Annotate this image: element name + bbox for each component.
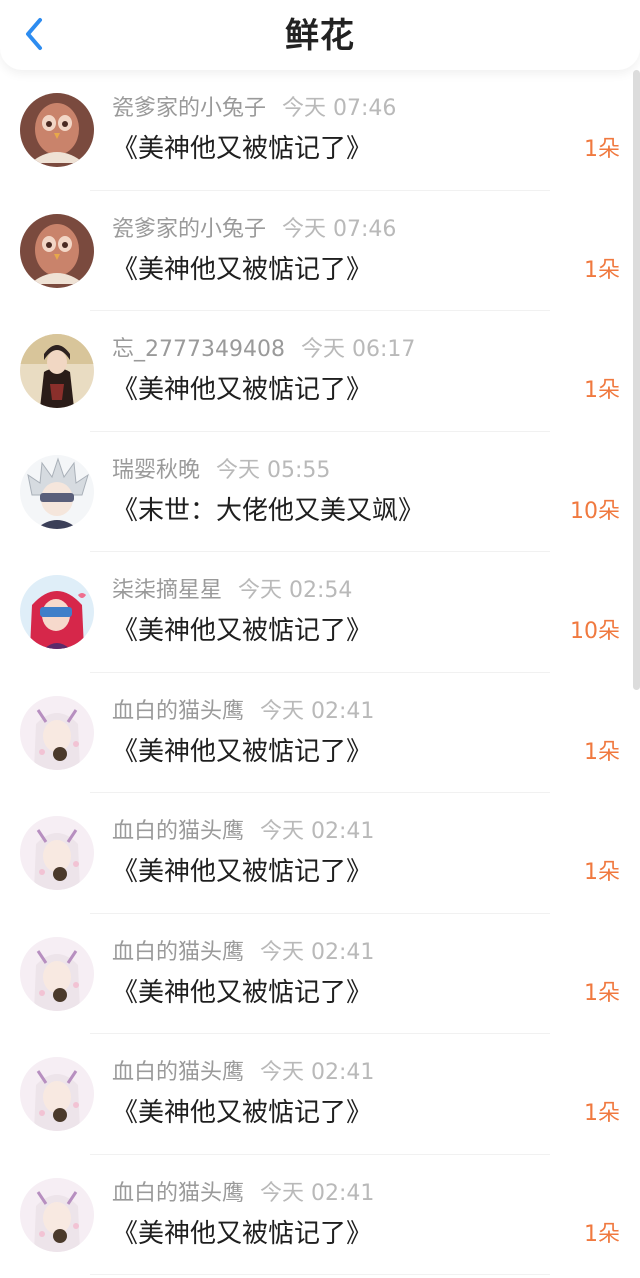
top-bar: 鲜花 [0,0,640,70]
flower-count: 1朵 [584,137,620,162]
timestamp: 今天 02:41 [260,1180,375,1206]
page-title: 鲜花 [285,16,355,56]
flower-count: 10朵 [570,498,620,524]
flower-list: 瓷爹家的小兔子 今天 07:46 《美神他又被惦记了》 1朵 瓷爹家的小兔子 今天 … [0,70,640,1278]
list-item[interactable]: 瓷爹家的小兔子 今天 07:46 《美神他又被惦记了》 1朵 [0,70,640,191]
book-link[interactable]: 《美神他又被惦记了》 [112,978,372,1008]
avatar-owl-brown-image [20,93,94,167]
avatar-pastel-image [20,1177,94,1252]
book-title: 《美神他又被惦记了》 [112,253,372,287]
user-name[interactable]: 血白的猫头鹰 [112,699,244,724]
timestamp: 今天 07:46 [282,216,397,242]
user-name[interactable]: 血白的猫头鹰 [112,819,244,844]
flower-count: 1朵 [584,378,620,403]
scrollbar[interactable] [633,70,640,690]
list-item[interactable]: 血白的猫头鹰 今天 02:41 《美神他又被惦记了》 1朵 [0,914,640,1034]
user-name[interactable]: 血白的猫头鹰 [112,1181,244,1206]
book-link[interactable]: 《美神他又被惦记了》 [112,255,372,285]
user-name[interactable]: 瓷爹家的小兔子 [112,96,266,121]
book-title: 《美神他又被惦记了》 [112,735,372,769]
flower-count: 1朵 [584,1101,620,1126]
row-meta: 血白的猫头鹰 今天 02:41 [112,1179,374,1209]
book-title: 《美神他又被惦记了》 [112,976,372,1010]
flower-count: 1朵 [584,257,620,283]
book-title: 《美神他又被惦记了》 [112,1217,372,1251]
avatar[interactable] [20,1177,94,1252]
timestamp: 今天 07:46 [282,96,397,121]
timestamp: 今天 02:41 [260,939,375,965]
avatar-pastel-image [20,695,94,770]
avatar[interactable] [20,575,94,649]
list-item[interactable]: 忘_2777349408 今天 06:17 《美神他又被惦记了》 1朵 [0,311,640,432]
avatar[interactable] [20,213,94,288]
timestamp: 今天 02:41 [260,698,375,724]
timestamp: 今天 02:41 [260,819,375,844]
row-meta: 柒柒摘星星 今天 02:54 [112,576,352,606]
book-link[interactable]: 《美神他又被惦记了》 [112,134,372,164]
book-link[interactable]: 《美神他又被惦记了》 [112,1219,372,1249]
avatar-white-hair-image [20,454,94,529]
book-link[interactable]: 《美神他又被惦记了》 [112,737,372,767]
row-meta: 瑞婴秋晚 今天 05:55 [112,456,330,486]
avatar-red-hair-image [20,575,94,649]
avatar[interactable] [20,816,94,890]
divider [90,1274,550,1275]
book-title: 《末世：大佬他又美又飒》 [112,494,424,528]
user-name[interactable]: 瓷爹家的小兔子 [112,217,266,242]
user-name[interactable]: 血白的猫头鹰 [112,940,244,965]
avatar[interactable] [20,695,94,770]
book-link[interactable]: 《美神他又被惦记了》 [112,1098,372,1128]
flower-count: 10朵 [570,619,620,644]
timestamp: 今天 02:41 [260,1060,375,1085]
avatar[interactable] [20,454,94,529]
flower-count: 1朵 [584,739,620,765]
book-title: 《美神他又被惦记了》 [112,373,372,407]
flower-count: 1朵 [584,860,620,885]
user-name[interactable]: 柒柒摘星星 [112,578,222,603]
book-title: 《美神他又被惦记了》 [112,132,372,166]
list-item[interactable]: 血白的猫头鹰 今天 02:41 《美神他又被惦记了》 1朵 [0,793,640,914]
avatar[interactable] [20,93,94,167]
timestamp: 今天 05:55 [216,457,331,483]
list-item[interactable]: 血白的猫头鹰 今天 02:41 《美神他又被惦记了》 1朵 [0,1034,640,1155]
avatar-pastel-image [20,1057,94,1131]
user-name[interactable]: 瑞婴秋晚 [112,458,200,483]
list-item[interactable]: 瓷爹家的小兔子 今天 07:46 《美神他又被惦记了》 1朵 [0,191,640,311]
book-title: 《美神他又被惦记了》 [112,1096,372,1130]
book-link[interactable]: 《美神他又被惦记了》 [112,616,372,646]
book-link[interactable]: 《美神他又被惦记了》 [112,857,372,887]
flower-count: 1朵 [584,1221,620,1247]
row-meta: 忘_2777349408 今天 06:17 [112,335,415,365]
row-meta: 血白的猫头鹰 今天 02:41 [112,1058,374,1088]
timestamp: 今天 06:17 [300,337,416,362]
avatar-owl-brown-image [20,213,94,288]
avatar-dark-robe-image [20,334,94,408]
list-item[interactable]: 血白的猫头鹰 今天 02:41 《美神他又被惦记了》 1朵 [0,1155,640,1275]
user-name[interactable]: 忘_2777349408 [112,337,285,362]
avatar[interactable] [20,1057,94,1131]
avatar[interactable] [20,936,94,1011]
row-meta: 瓷爹家的小兔子 今天 07:46 [112,94,396,124]
avatar-pastel-image [20,816,94,890]
avatar[interactable] [20,334,94,408]
row-meta: 血白的猫头鹰 今天 02:41 [112,697,374,727]
book-link[interactable]: 《美神他又被惦记了》 [112,375,372,405]
flower-count: 1朵 [584,980,620,1006]
row-meta: 瓷爹家的小兔子 今天 07:46 [112,215,396,245]
list-item[interactable]: 柒柒摘星星 今天 02:54 《美神他又被惦记了》 10朵 [0,552,640,673]
book-title: 《美神他又被惦记了》 [112,614,372,648]
list-item[interactable]: 血白的猫头鹰 今天 02:41 《美神他又被惦记了》 1朵 [0,673,640,793]
timestamp: 今天 02:54 [238,578,353,603]
list-item[interactable]: 瑞婴秋晚 今天 05:55 《末世：大佬他又美又飒》 10朵 [0,432,640,552]
book-link[interactable]: 《末世：大佬他又美又飒》 [112,496,424,526]
book-title: 《美神他又被惦记了》 [112,855,372,889]
avatar-pastel-image [20,936,94,1011]
user-name[interactable]: 血白的猫头鹰 [112,1060,244,1085]
row-meta: 血白的猫头鹰 今天 02:41 [112,938,374,968]
row-meta: 血白的猫头鹰 今天 02:41 [112,817,374,847]
